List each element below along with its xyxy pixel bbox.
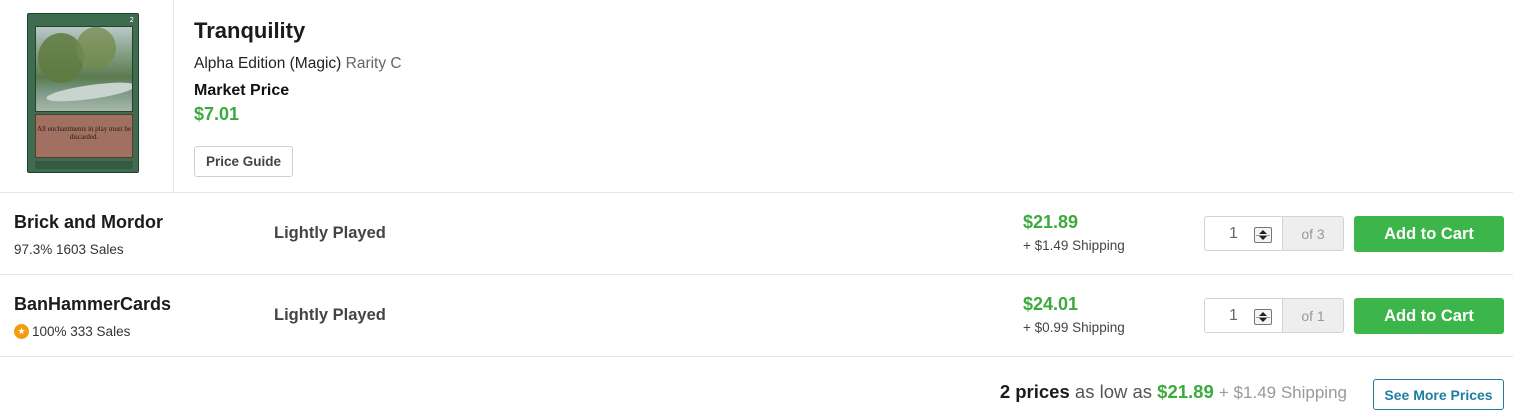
listing-row: Brick and Mordor 97.3% 1603 Sales Lightl… <box>0 193 1513 275</box>
product-header: 2 All enchantments in play must be disca… <box>0 0 1513 193</box>
condition-label: Lightly Played <box>274 306 386 324</box>
stepper-up-icon[interactable] <box>1259 312 1267 316</box>
listing-row: BanHammerCards ★ 100% 333 Sales Lightly … <box>0 275 1513 357</box>
market-price-value: $7.01 <box>194 104 240 124</box>
price-count: 2 prices <box>999 381 1070 402</box>
product-card-image[interactable]: 2 All enchantments in play must be disca… <box>27 13 139 173</box>
price-summary: 2 prices as low as $21.89 + $1.49 Shippi… <box>0 357 1513 418</box>
seller-stats: 97.3% 1603 Sales <box>14 242 124 257</box>
quantity-value: 1 <box>1229 225 1238 242</box>
quantity-available: of 1 <box>1283 298 1344 333</box>
card-bottom-bar <box>35 161 133 169</box>
card-rules-text: All enchantments in play must be discard… <box>35 114 133 158</box>
lowest-price: $21.89 <box>1157 381 1214 402</box>
add-to-cart-button[interactable]: Add to Cart <box>1354 298 1504 334</box>
quantity-selector: 1 of 1 <box>1204 298 1344 333</box>
as-low-as-text: as low as <box>1074 381 1153 402</box>
stepper-down-icon[interactable] <box>1259 236 1267 240</box>
mana-cost: 2 <box>129 16 134 24</box>
quantity-input[interactable]: 1 <box>1204 216 1283 251</box>
listing-shipping: + $1.49 Shipping <box>1023 238 1125 253</box>
seller-name[interactable]: Brick and Mordor <box>14 212 163 233</box>
summary-text: 2 prices as low as $21.89 + $1.49 Shippi… <box>1000 381 1347 403</box>
seller-stats-text: 97.3% 1603 Sales <box>14 242 124 257</box>
quantity-available: of 3 <box>1283 216 1344 251</box>
market-price-label: Market Price <box>194 82 290 99</box>
see-more-prices-button[interactable]: See More Prices <box>1373 379 1504 410</box>
card-art <box>35 26 133 112</box>
add-to-cart-button[interactable]: Add to Cart <box>1354 216 1504 252</box>
summary-shipping: + $1.49 Shipping <box>1218 383 1347 402</box>
set-name[interactable]: Alpha Edition (Magic) <box>194 55 341 72</box>
star-badge-icon: ★ <box>14 324 29 339</box>
rarity-label: Rarity C <box>345 55 402 72</box>
product-set-line: Alpha Edition (Magic) Rarity C <box>194 55 402 73</box>
stepper-down-icon[interactable] <box>1259 318 1267 322</box>
quantity-value: 1 <box>1229 307 1238 324</box>
quantity-stepper[interactable] <box>1254 309 1272 325</box>
listing-price: $21.89 <box>1023 212 1079 232</box>
quantity-selector: 1 of 3 <box>1204 216 1344 251</box>
condition-label: Lightly Played <box>274 224 386 242</box>
seller-stats: ★ 100% 333 Sales <box>14 324 130 339</box>
listing-price: $24.01 <box>1023 294 1079 314</box>
seller-stats-text: 100% 333 Sales <box>32 324 131 339</box>
product-title[interactable]: Tranquility <box>194 18 305 44</box>
price-guide-button[interactable]: Price Guide <box>194 146 293 177</box>
quantity-stepper[interactable] <box>1254 227 1272 243</box>
card-art-tree <box>76 27 116 69</box>
seller-name[interactable]: BanHammerCards <box>14 294 171 315</box>
listing-shipping: + $0.99 Shipping <box>1023 320 1125 335</box>
product-thumbnail-column: 2 All enchantments in play must be disca… <box>0 0 174 192</box>
stepper-up-icon[interactable] <box>1259 230 1267 234</box>
quantity-input[interactable]: 1 <box>1204 298 1283 333</box>
